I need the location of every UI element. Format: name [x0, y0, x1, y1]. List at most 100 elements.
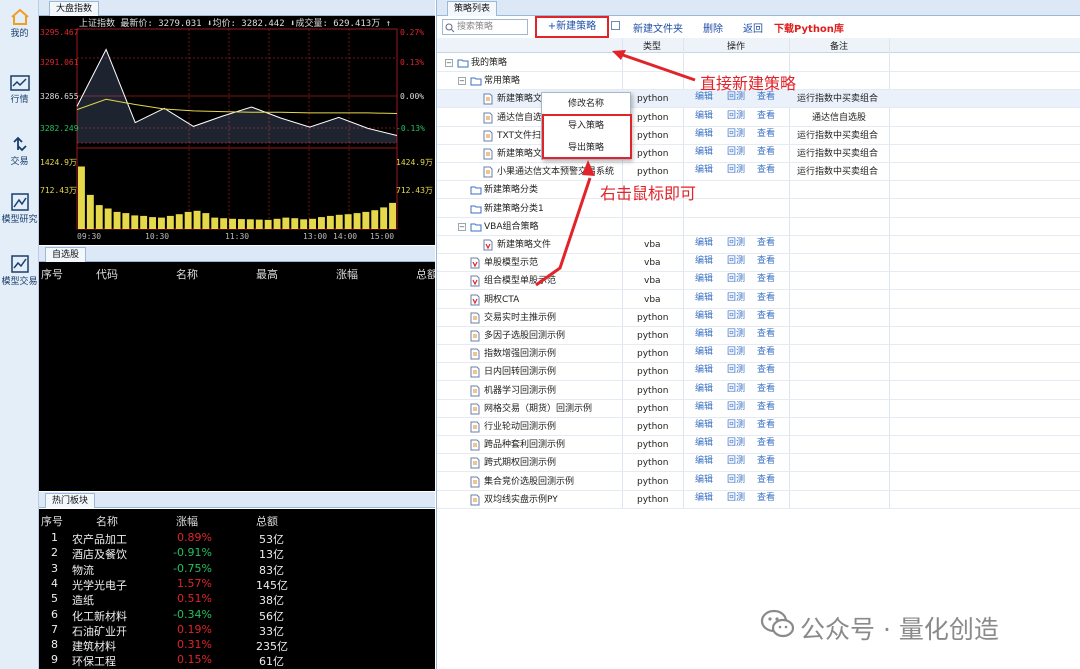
new-folder-button[interactable]: 新建文件夹 — [633, 20, 683, 35]
backtest-link[interactable]: 回测 — [727, 147, 745, 157]
tree-strategy-row[interactable]: 集合竞价选股回测示例 python 编辑 回测 查看 — [437, 473, 1080, 491]
edit-link[interactable]: 编辑 — [695, 475, 713, 485]
view-link[interactable]: 查看 — [757, 456, 775, 466]
backtest-link[interactable]: 回测 — [727, 111, 745, 121]
view-link[interactable]: 查看 — [757, 475, 775, 485]
edit-link[interactable]: 编辑 — [695, 147, 713, 157]
view-link[interactable]: 查看 — [757, 347, 775, 357]
context-menu-rename[interactable]: 修改名称 — [542, 96, 630, 112]
backtest-link[interactable]: 回测 — [727, 456, 745, 466]
hot-row[interactable]: 9 环保工程 0.15% 61亿 — [39, 653, 435, 668]
edit-link[interactable]: 编辑 — [695, 347, 713, 357]
backtest-link[interactable]: 回测 — [727, 365, 745, 375]
tree-strategy-row[interactable]: 机器学习回测示例 python 编辑 回测 查看 — [437, 382, 1080, 400]
backtest-link[interactable]: 回测 — [727, 256, 745, 266]
hot-row[interactable]: 6 化工新材料 -0.34% 56亿 — [39, 608, 435, 623]
backtest-link[interactable]: 回测 — [727, 129, 745, 139]
view-link[interactable]: 查看 — [757, 238, 775, 248]
edit-link[interactable]: 编辑 — [695, 420, 713, 430]
nav-item-home[interactable]: 我的 — [0, 0, 39, 60]
tree-folder-row[interactable]: 新建策略分类 — [437, 181, 1080, 200]
backtest-link[interactable]: 回测 — [727, 293, 745, 303]
hot-row[interactable]: 7 石油矿业开 0.19% 33亿 — [39, 623, 435, 638]
edit-link[interactable]: 编辑 — [695, 238, 713, 248]
tree-strategy-row[interactable]: 多因子选股回测示例 python 编辑 回测 查看 — [437, 327, 1080, 345]
backtest-link[interactable]: 回测 — [727, 165, 745, 175]
view-link[interactable]: 查看 — [757, 329, 775, 339]
tree-strategy-row[interactable]: 指数增强回测示例 python 编辑 回测 查看 — [437, 345, 1080, 364]
backtest-link[interactable]: 回测 — [727, 384, 745, 394]
tree-strategy-row[interactable]: 小果通达信文本预警交易系统 python 编辑 回测 查看 运行指数中买卖组合 — [437, 163, 1080, 182]
tab-market-index[interactable]: 大盘指数 — [49, 1, 100, 16]
column-header[interactable]: 总额 — [416, 266, 435, 282]
backtest-link[interactable]: 回测 — [727, 420, 745, 430]
view-link[interactable]: 查看 — [757, 365, 775, 375]
backtest-link[interactable]: 回测 — [727, 475, 745, 485]
view-link[interactable]: 查看 — [757, 493, 775, 503]
view-link[interactable]: 查看 — [757, 384, 775, 394]
edit-link[interactable]: 编辑 — [695, 111, 713, 121]
tree-strategy-row[interactable]: 期权CTA vba 编辑 回测 查看 — [437, 291, 1080, 309]
back-button[interactable]: 返回 — [743, 20, 763, 35]
tree-strategy-row[interactable]: 网格交易（期货）回测示例 python 编辑 回测 查看 — [437, 400, 1080, 418]
edit-link[interactable]: 编辑 — [695, 456, 713, 466]
hot-row[interactable]: 2 酒店及餐饮 -0.91% 13亿 — [39, 546, 435, 561]
tree-collapse-toggle[interactable]: − — [458, 77, 466, 86]
view-link[interactable]: 查看 — [757, 147, 775, 157]
column-header-type[interactable]: 类型 — [643, 39, 661, 52]
backtest-link[interactable]: 回测 — [727, 402, 745, 412]
nav-item-model-trade[interactable]: 模型交易 — [0, 246, 39, 306]
tree-strategy-row[interactable]: 跨品种套利回测示例 python 编辑 回测 查看 — [437, 436, 1080, 455]
column-header-note[interactable]: 备注 — [830, 39, 848, 52]
tab-hot-sectors[interactable]: 热门板块 — [45, 493, 96, 508]
toggle-checkbox[interactable] — [611, 21, 620, 30]
column-header[interactable]: 名称 — [96, 513, 118, 529]
tree-strategy-row[interactable]: 行业轮动回测示例 python 编辑 回测 查看 — [437, 418, 1080, 436]
view-link[interactable]: 查看 — [757, 293, 775, 303]
backtest-link[interactable]: 回测 — [727, 347, 745, 357]
new-strategy-button[interactable]: +新建策略 — [535, 16, 609, 38]
edit-link[interactable]: 编辑 — [695, 493, 713, 503]
edit-link[interactable]: 编辑 — [695, 256, 713, 266]
hot-row[interactable]: 8 建筑材料 0.31% 235亿 — [39, 638, 435, 653]
nav-item-market[interactable]: 行情 — [0, 66, 39, 126]
backtest-link[interactable]: 回测 — [727, 274, 745, 284]
backtest-link[interactable]: 回测 — [727, 438, 745, 448]
column-header[interactable]: 序号 — [41, 513, 63, 529]
column-header-ops[interactable]: 操作 — [727, 39, 745, 52]
column-header[interactable]: 名称 — [176, 266, 198, 282]
tree-strategy-row[interactable]: 新建策略文 python 编辑 回测 查看 运行指数中买卖组合 — [437, 145, 1080, 163]
tree-strategy-row[interactable]: 双均线实盘示例PY python 编辑 回测 查看 — [437, 491, 1080, 509]
backtest-link[interactable]: 回测 — [727, 493, 745, 503]
edit-link[interactable]: 编辑 — [695, 438, 713, 448]
backtest-link[interactable]: 回测 — [727, 329, 745, 339]
edit-link[interactable]: 编辑 — [695, 402, 713, 412]
edit-link[interactable]: 编辑 — [695, 129, 713, 139]
view-link[interactable]: 查看 — [757, 420, 775, 430]
tree-folder-row[interactable]: − VBA组合策略 — [437, 218, 1080, 236]
hot-row[interactable]: 3 物流 -0.75% 83亿 — [39, 562, 435, 577]
tree-strategy-row[interactable]: TXT文件扫 python 编辑 回测 查看 运行指数中买卖组合 — [437, 127, 1080, 145]
edit-link[interactable]: 编辑 — [695, 384, 713, 394]
edit-link[interactable]: 编辑 — [695, 329, 713, 339]
tree-collapse-toggle[interactable]: − — [445, 59, 453, 67]
hot-row[interactable]: 1 农产品加工 0.89% 53亿 — [39, 531, 435, 546]
delete-button[interactable]: 删除 — [703, 20, 723, 35]
view-link[interactable]: 查看 — [757, 402, 775, 412]
tab-watchlist[interactable]: 自选股 — [45, 247, 87, 262]
tree-strategy-row[interactable]: 通达信自选 python 编辑 回测 查看 通达信自选股 — [437, 109, 1080, 127]
view-link[interactable]: 查看 — [757, 165, 775, 175]
view-link[interactable]: 查看 — [757, 438, 775, 448]
tree-collapse-toggle[interactable]: − — [458, 222, 466, 231]
column-header[interactable]: 涨幅 — [336, 266, 358, 282]
tab-strategy-list[interactable]: 策略列表 — [447, 1, 498, 16]
backtest-link[interactable]: 回测 — [727, 238, 745, 248]
view-link[interactable]: 查看 — [757, 274, 775, 284]
backtest-link[interactable]: 回测 — [727, 311, 745, 321]
view-link[interactable]: 查看 — [757, 311, 775, 321]
column-header[interactable]: 序号 — [41, 266, 63, 282]
hot-row[interactable]: 4 光学光电子 1.57% 145亿 — [39, 577, 435, 592]
nav-item-research[interactable]: 模型研究 — [0, 184, 39, 244]
hot-row[interactable]: 5 造纸 0.51% 38亿 — [39, 592, 435, 607]
edit-link[interactable]: 编辑 — [695, 365, 713, 375]
